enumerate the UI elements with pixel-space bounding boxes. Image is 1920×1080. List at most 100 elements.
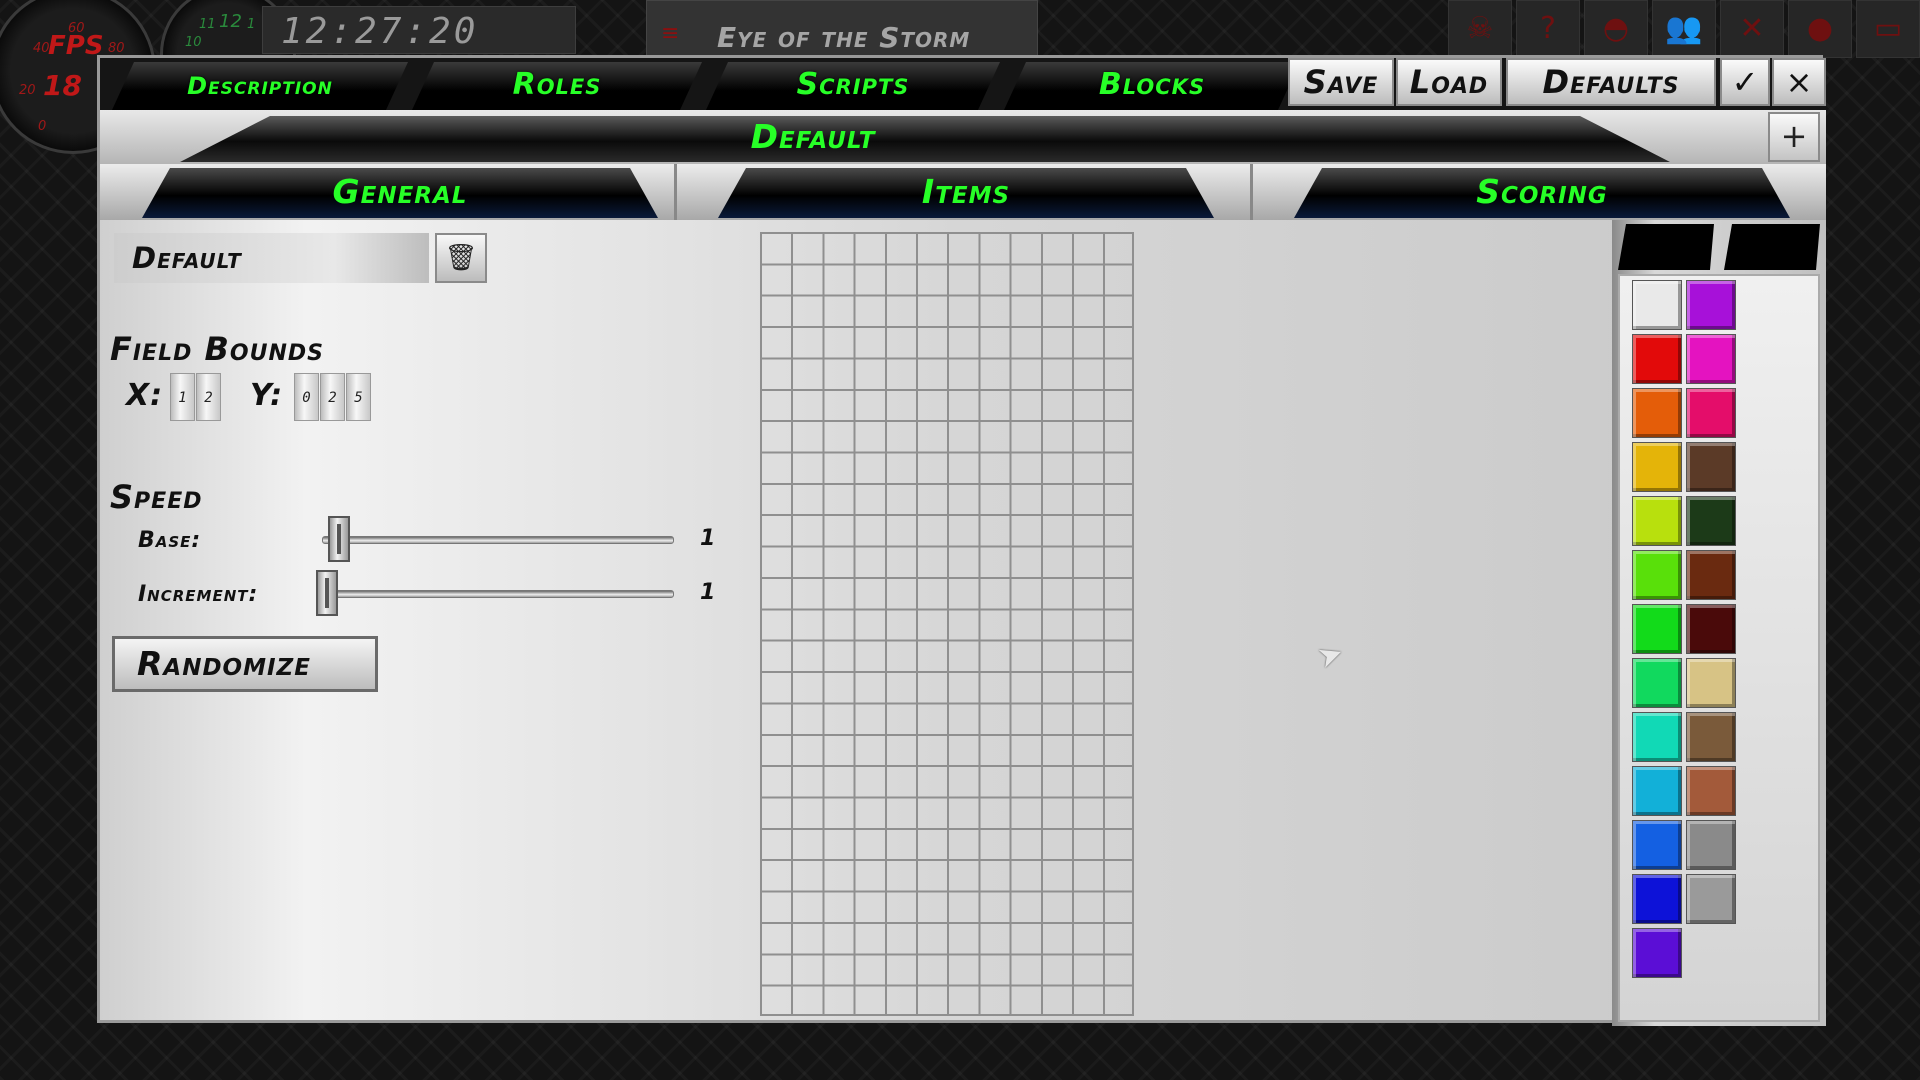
field-grid[interactable] [760, 232, 1134, 1016]
swatch-red[interactable] [1632, 334, 1682, 384]
swatch-teal[interactable] [1632, 712, 1682, 762]
randomize-button[interactable]: Randomize [112, 636, 378, 692]
gauge-number: 10 [185, 35, 202, 50]
swatch-deep-blue[interactable] [1632, 874, 1682, 924]
profile-icon[interactable]: ● [1788, 0, 1852, 58]
swatch-purple[interactable] [1686, 280, 1736, 330]
swatch-orange[interactable] [1632, 388, 1682, 438]
monitor-icon[interactable]: ▭ [1856, 0, 1920, 58]
y-digit[interactable]: 0 [294, 373, 319, 421]
skull-icon[interactable]: ☠ [1448, 0, 1512, 58]
increment-slider-handle[interactable] [316, 570, 338, 616]
hud-icon-bar: ☠ ? ◓ 👥 ✕ ● ▭ [1444, 0, 1920, 58]
menu-icon[interactable]: ≡ [661, 23, 687, 45]
x-label: X: [126, 378, 164, 413]
swatch-emerald[interactable] [1632, 658, 1682, 708]
gauge-number: 80 [108, 41, 125, 56]
clock-display: 12:27:20 [262, 6, 576, 54]
tab-label: Blocks [1098, 67, 1206, 102]
swatch-bright-green[interactable] [1632, 550, 1682, 600]
y-label: Y: [250, 378, 284, 413]
increment-slider[interactable] [322, 590, 674, 598]
swatch-companion-cube[interactable] [1686, 820, 1736, 870]
delete-button[interactable]: 🗑 [435, 233, 487, 283]
game-title: Eye of the Storm [717, 21, 971, 54]
top-tab-bar: Description Roles Scripts Blocks Save Lo… [100, 58, 1826, 110]
subtab-label: General [332, 172, 468, 211]
palette-swatch-panel [1618, 274, 1820, 1022]
tab-label: Description [187, 72, 333, 100]
x-digit[interactable]: 1 [170, 373, 195, 421]
save-button[interactable]: Save [1288, 58, 1394, 106]
increment-value: 1 [700, 580, 716, 605]
help-icon[interactable]: ? [1516, 0, 1580, 58]
tab-label: Scripts [796, 67, 910, 102]
swatch-blue[interactable] [1632, 820, 1682, 870]
clock-time: 12:27:20 [281, 11, 479, 52]
swatch-lime[interactable] [1632, 496, 1682, 546]
swatch-stone-texture[interactable] [1686, 874, 1736, 924]
swatch-sand-texture[interactable] [1686, 658, 1736, 708]
tab-general[interactable]: General [120, 168, 680, 218]
speed-label: Speed [110, 478, 203, 516]
swatch-magenta[interactable] [1686, 334, 1736, 384]
field-bounds-label: Field Bounds [110, 330, 324, 368]
tab-scoring[interactable]: Scoring [1272, 168, 1812, 218]
tab-label: Roles [512, 67, 602, 102]
swatch-gold[interactable] [1632, 442, 1682, 492]
subtab-label: Items [921, 172, 1011, 211]
tools-icon[interactable]: ✕ [1720, 0, 1784, 58]
subtab-label: Scoring [1476, 172, 1608, 211]
confirm-button[interactable]: ✓ [1720, 58, 1770, 106]
swatch-lava-texture[interactable] [1686, 550, 1736, 600]
tab-roles[interactable]: Roles [412, 62, 702, 110]
tab-scripts[interactable]: Scripts [706, 62, 1000, 110]
defaults-button[interactable]: Defaults [1506, 58, 1716, 106]
swatch-violet[interactable] [1632, 928, 1682, 978]
y-digit[interactable]: 2 [320, 373, 345, 421]
palette-tab-textures[interactable] [1724, 224, 1820, 270]
preset-name-field[interactable]: Default [114, 233, 429, 283]
base-value: 1 [700, 526, 716, 551]
tab-description[interactable]: Description [112, 62, 408, 110]
tab-divider [674, 164, 677, 220]
helmet-icon[interactable]: ◓ [1584, 0, 1648, 58]
trash-icon: 🗑 [444, 243, 478, 273]
swatch-leaves-texture[interactable] [1686, 496, 1736, 546]
tab-divider [1250, 164, 1253, 220]
swatch-wood-texture[interactable] [1686, 442, 1736, 492]
fps-label: FPS [48, 31, 104, 61]
palette-tab-colors[interactable] [1618, 224, 1714, 270]
sub-tab-bar: General Items Scoring [100, 164, 1826, 220]
gauge-number: 20 [19, 83, 36, 98]
swatch-brick-texture[interactable] [1686, 766, 1736, 816]
swatch-sky-blue[interactable] [1632, 766, 1682, 816]
swatch-green[interactable] [1632, 604, 1682, 654]
increment-label: Increment: [138, 582, 259, 607]
swatch-dark-red-texture[interactable] [1686, 604, 1736, 654]
gauge-number: 12 [219, 11, 242, 32]
game-settings-window: Description Roles Scripts Blocks Save Lo… [97, 55, 1826, 1026]
gauge-number: 1 [247, 17, 256, 32]
mouse-cursor-icon: ➤ [1312, 634, 1349, 677]
tab-items[interactable]: Items [696, 168, 1236, 218]
x-digit[interactable]: 2 [196, 373, 221, 421]
y-digit[interactable]: 5 [346, 373, 371, 421]
swatch-pink[interactable] [1686, 388, 1736, 438]
base-slider-handle[interactable] [328, 516, 350, 562]
fps-value: 18 [43, 69, 82, 102]
close-button[interactable]: × [1772, 58, 1826, 106]
swatch-white[interactable] [1632, 280, 1682, 330]
add-preset-button[interactable]: + [1768, 112, 1820, 162]
base-label: Base: [138, 528, 202, 553]
gauge-number: 0 [38, 119, 47, 134]
tab-blocks[interactable]: Blocks [1004, 62, 1300, 110]
game-title-bar: ≡ Eye of the Storm [646, 0, 1038, 58]
block-palette [1612, 220, 1826, 1026]
gauge-number: 11 [199, 17, 216, 32]
load-button[interactable]: Load [1396, 58, 1502, 106]
base-slider[interactable] [322, 536, 674, 544]
players-icon[interactable]: 👥 [1652, 0, 1716, 58]
preset-title: Default [750, 117, 876, 156]
swatch-dirt-texture[interactable] [1686, 712, 1736, 762]
